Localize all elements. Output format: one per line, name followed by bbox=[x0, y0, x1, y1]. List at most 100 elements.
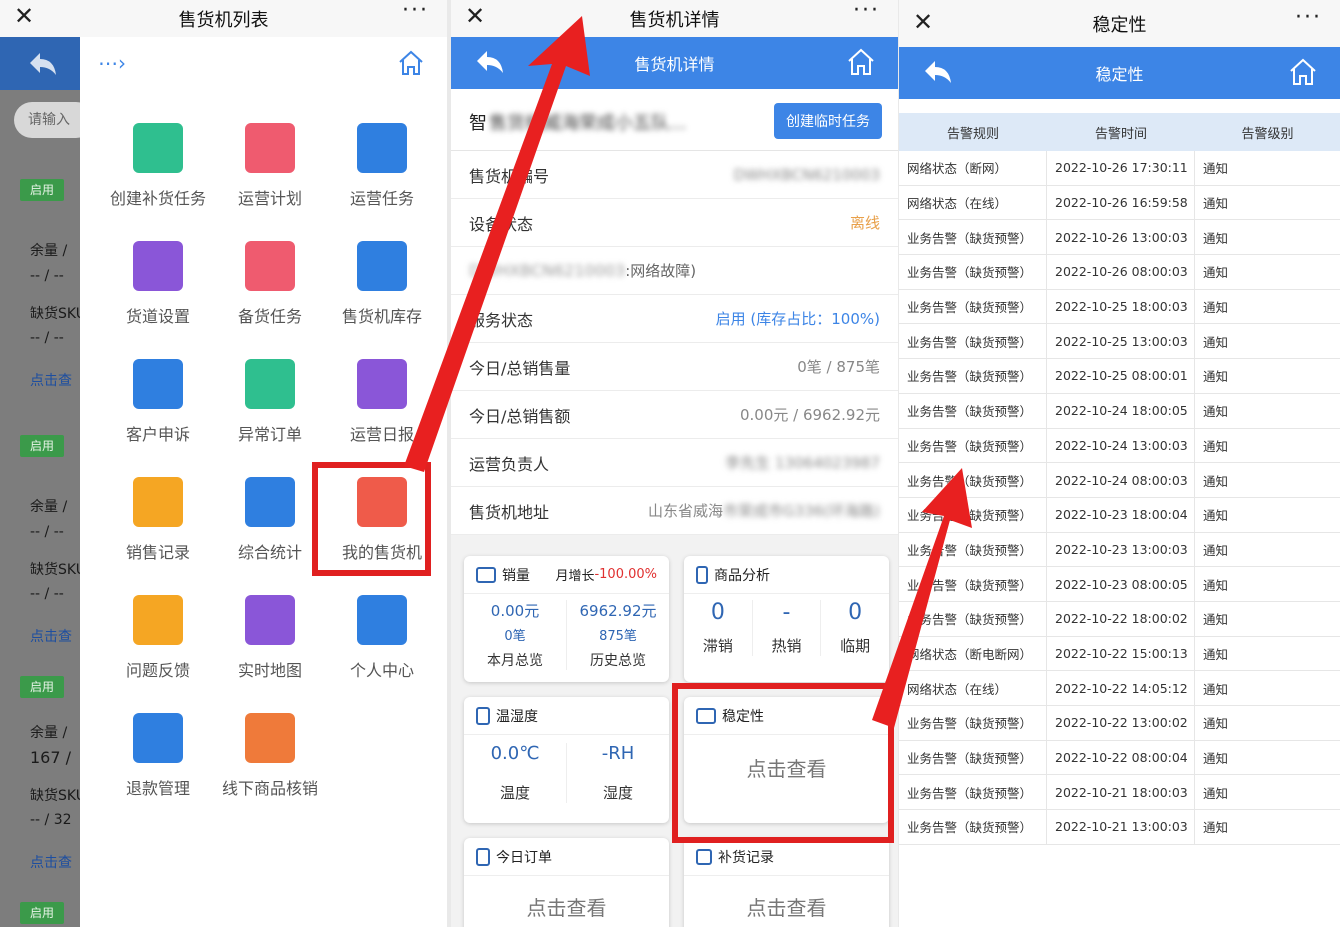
alert-time: 2022-10-25 18:00:03 bbox=[1047, 289, 1195, 324]
alert-time: 2022-10-26 17:30:11 bbox=[1047, 151, 1195, 185]
alert-time: 2022-10-22 15:00:13 bbox=[1047, 636, 1195, 671]
create-temp-task-button[interactable]: 创建临时任务 bbox=[774, 103, 882, 139]
alert-level: 通知 bbox=[1203, 820, 1229, 836]
close-icon[interactable]: ✕ bbox=[14, 2, 34, 30]
alert-level: 通知 bbox=[1203, 265, 1229, 281]
table-row[interactable]: 业务告警（缺货预警） 2022-10-24 18:00:05 通知 bbox=[899, 393, 1340, 429]
more-icon[interactable]: ··· bbox=[853, 0, 880, 23]
menu-item-plan[interactable]: 运营计划 bbox=[214, 123, 326, 209]
feedback-icon bbox=[133, 595, 183, 645]
alert-rule: 业务告警（缺货预警） bbox=[899, 220, 1047, 255]
table-row[interactable]: 业务告警（缺货预警） 2022-10-22 08:00:04 通知 bbox=[899, 740, 1340, 776]
table-row[interactable]: 业务告警（缺货预警） 2022-10-26 13:00:03 通知 bbox=[899, 220, 1340, 256]
table-row[interactable]: 业务告警（缺货预警） 2022-10-21 18:00:03 通知 bbox=[899, 775, 1340, 811]
table-row[interactable]: 业务告警（缺货预警） 2022-10-23 08:00:05 通知 bbox=[899, 567, 1340, 602]
table-row[interactable]: 业务告警（缺货预警） 2022-10-24 08:00:03 通知 bbox=[899, 463, 1340, 498]
replenish-view-link[interactable]: 点击查看 bbox=[684, 892, 889, 921]
menu-item-label: 运营任务 bbox=[349, 189, 414, 208]
detail-row: DWHXBCN6210003:网络故障) bbox=[451, 247, 898, 295]
menu-item-label: 异常订单 bbox=[237, 425, 302, 444]
table-row[interactable]: 业务告警（缺货预警） 2022-10-26 08:00:03 通知 bbox=[899, 255, 1340, 290]
alert-level: 通知 bbox=[1203, 508, 1229, 524]
goods-card-title: 商品分析 bbox=[714, 567, 770, 584]
alert-time: 2022-10-25 08:00:01 bbox=[1047, 359, 1195, 393]
orders-view-link[interactable]: 点击查看 bbox=[464, 892, 669, 921]
home-icon[interactable] bbox=[1288, 57, 1318, 87]
menu-item-label: 备货任务 bbox=[237, 307, 302, 326]
table-row[interactable]: 业务告警（缺货预警） 2022-10-21 13:00:03 通知 bbox=[899, 810, 1340, 845]
detail-value: 山东省威海 bbox=[648, 502, 724, 520]
arrow-right-icon[interactable]: ⋯› bbox=[98, 51, 126, 75]
menu-item-sales[interactable]: 销售记录 bbox=[102, 477, 214, 563]
detail-label: 服务状态 bbox=[469, 310, 534, 330]
detail-row: 服务状态 启用 (库存占比：100%) bbox=[451, 295, 898, 343]
table-row[interactable]: 业务告警（缺货预警） 2022-10-24 13:00:03 通知 bbox=[899, 428, 1340, 464]
humidity-label: 湿度 bbox=[602, 784, 633, 802]
menu-item-plus[interactable]: 创建补货任务 bbox=[102, 123, 214, 209]
alert-table-body: 网络状态（断网） 2022-10-26 17:30:11 通知 网络状态（在线） 202… bbox=[899, 151, 1340, 845]
menu-item-report[interactable]: 运营日报 bbox=[326, 359, 438, 445]
sales-card-title: 销量 月增长 -100.00% bbox=[464, 556, 669, 594]
bg-sku-label: 缺货SKU bbox=[30, 562, 86, 578]
alert-level: 通知 bbox=[1203, 646, 1229, 662]
goods-analysis-card[interactable]: 商品分析 0 滞销 - 热销 0 临期 bbox=[684, 556, 889, 682]
window-title: 售货机详情 bbox=[629, 9, 720, 31]
menu-item-label: 运营计划 bbox=[237, 189, 302, 208]
detail-label: 运营负责人 bbox=[469, 454, 550, 474]
header-title: 售货机详情 bbox=[634, 55, 715, 74]
home-icon[interactable] bbox=[846, 47, 876, 77]
header-bar: 稳定性 bbox=[899, 47, 1340, 99]
sales-card[interactable]: 销量 月增长 -100.00% 0.00元 0笔 本月总览 6962.92元 8… bbox=[464, 556, 669, 682]
home-icon[interactable] bbox=[396, 48, 426, 78]
bg-dash: -- / -- bbox=[30, 524, 64, 540]
more-icon[interactable]: ··· bbox=[402, 0, 429, 23]
more-icon[interactable]: ··· bbox=[1295, 5, 1322, 30]
table-row[interactable]: 网络状态（断电断网） 2022-10-22 15:00:13 通知 bbox=[899, 636, 1340, 672]
detail-row: 今日/总销售额 0.00元 / 6962.92元 bbox=[451, 391, 898, 439]
vending-detail-screen: ✕ 售货机详情 ··· 售货机详情 智 售货机威海荣成小五队... 创建临时任务… bbox=[451, 0, 898, 927]
alert-time: 2022-10-26 16:59:58 bbox=[1047, 185, 1195, 220]
alert-level: 通知 bbox=[1203, 334, 1229, 350]
cubes-icon bbox=[357, 241, 407, 291]
table-row[interactable]: 网络状态（在线） 2022-10-26 16:59:58 通知 bbox=[899, 185, 1340, 221]
menu-item-appeal[interactable]: 客户申诉 bbox=[102, 359, 214, 445]
menu-item-box[interactable]: 线下商品核销 bbox=[214, 713, 326, 799]
menu-item-label: 创建补货任务 bbox=[109, 189, 206, 208]
back-icon[interactable] bbox=[919, 55, 955, 91]
table-row[interactable]: 业务告警（缺货预警） 2022-10-22 13:00:02 通知 bbox=[899, 706, 1340, 741]
table-row[interactable]: 业务告警（缺货预警） 2022-10-23 18:00:04 通知 bbox=[899, 497, 1340, 533]
table-row[interactable]: 业务告警（缺货预警） 2022-10-22 18:00:02 通知 bbox=[899, 601, 1340, 637]
detail-label: 设备状态 bbox=[469, 214, 534, 234]
address-blurred: 市荣成市G336(环海路) bbox=[723, 502, 880, 520]
menu-item-pie[interactable]: 综合统计 bbox=[214, 477, 326, 563]
menu-item-user[interactable]: 个人中心 bbox=[326, 595, 438, 681]
goods-icon bbox=[696, 565, 708, 584]
today-orders-card[interactable]: 今日订单 点击查看 bbox=[464, 838, 669, 927]
close-icon[interactable]: ✕ bbox=[465, 2, 485, 30]
menu-item-task[interactable]: 运营任务 bbox=[326, 123, 438, 209]
menu-item-label: 线下商品核销 bbox=[221, 779, 318, 798]
status-badge: 启用 bbox=[20, 179, 64, 201]
table-row[interactable]: 网络状态（断网） 2022-10-26 17:30:11 通知 bbox=[899, 151, 1340, 186]
detail-rows: 售货机编号 DWHXBCN6210003 设备状态 离线 DWHXBCN6210003:… bbox=[451, 151, 898, 535]
alert-time: 2022-10-22 18:00:02 bbox=[1047, 601, 1195, 636]
temp-humidity-card[interactable]: 温湿度 0.0℃ 温度 -RH 湿度 bbox=[464, 697, 669, 823]
menu-item-wallet[interactable]: 退款管理 bbox=[102, 713, 214, 799]
alert-rule: 业务告警（缺货预警） bbox=[899, 393, 1047, 428]
hot-sales-label: 热销 bbox=[771, 637, 802, 655]
menu-item-map[interactable]: 实时地图 bbox=[214, 595, 326, 681]
table-row[interactable]: 业务告警（缺货预警） 2022-10-25 18:00:03 通知 bbox=[899, 289, 1340, 325]
menu-item-exception[interactable]: 异常订单 bbox=[214, 359, 326, 445]
alert-time: 2022-10-26 08:00:03 bbox=[1047, 255, 1195, 289]
back-icon[interactable] bbox=[471, 45, 507, 81]
table-row[interactable]: 业务告警（缺货预警） 2022-10-25 13:00:03 通知 bbox=[899, 324, 1340, 360]
menu-item-cart[interactable]: 货道设置 bbox=[102, 241, 214, 327]
table-row[interactable]: 业务告警（缺货预警） 2022-10-23 13:00:03 通知 bbox=[899, 532, 1340, 568]
menu-item-stock[interactable]: 备货任务 bbox=[214, 241, 326, 327]
table-row[interactable]: 网络状态（在线） 2022-10-22 14:05:12 通知 bbox=[899, 671, 1340, 706]
menu-item-feedback[interactable]: 问题反馈 bbox=[102, 595, 214, 681]
replenish-record-card[interactable]: 补货记录 点击查看 bbox=[684, 838, 889, 927]
table-row[interactable]: 业务告警（缺货预警） 2022-10-25 08:00:01 通知 bbox=[899, 359, 1340, 394]
menu-item-cubes[interactable]: 售货机库存 bbox=[326, 241, 438, 327]
close-icon[interactable]: ✕ bbox=[913, 8, 933, 36]
